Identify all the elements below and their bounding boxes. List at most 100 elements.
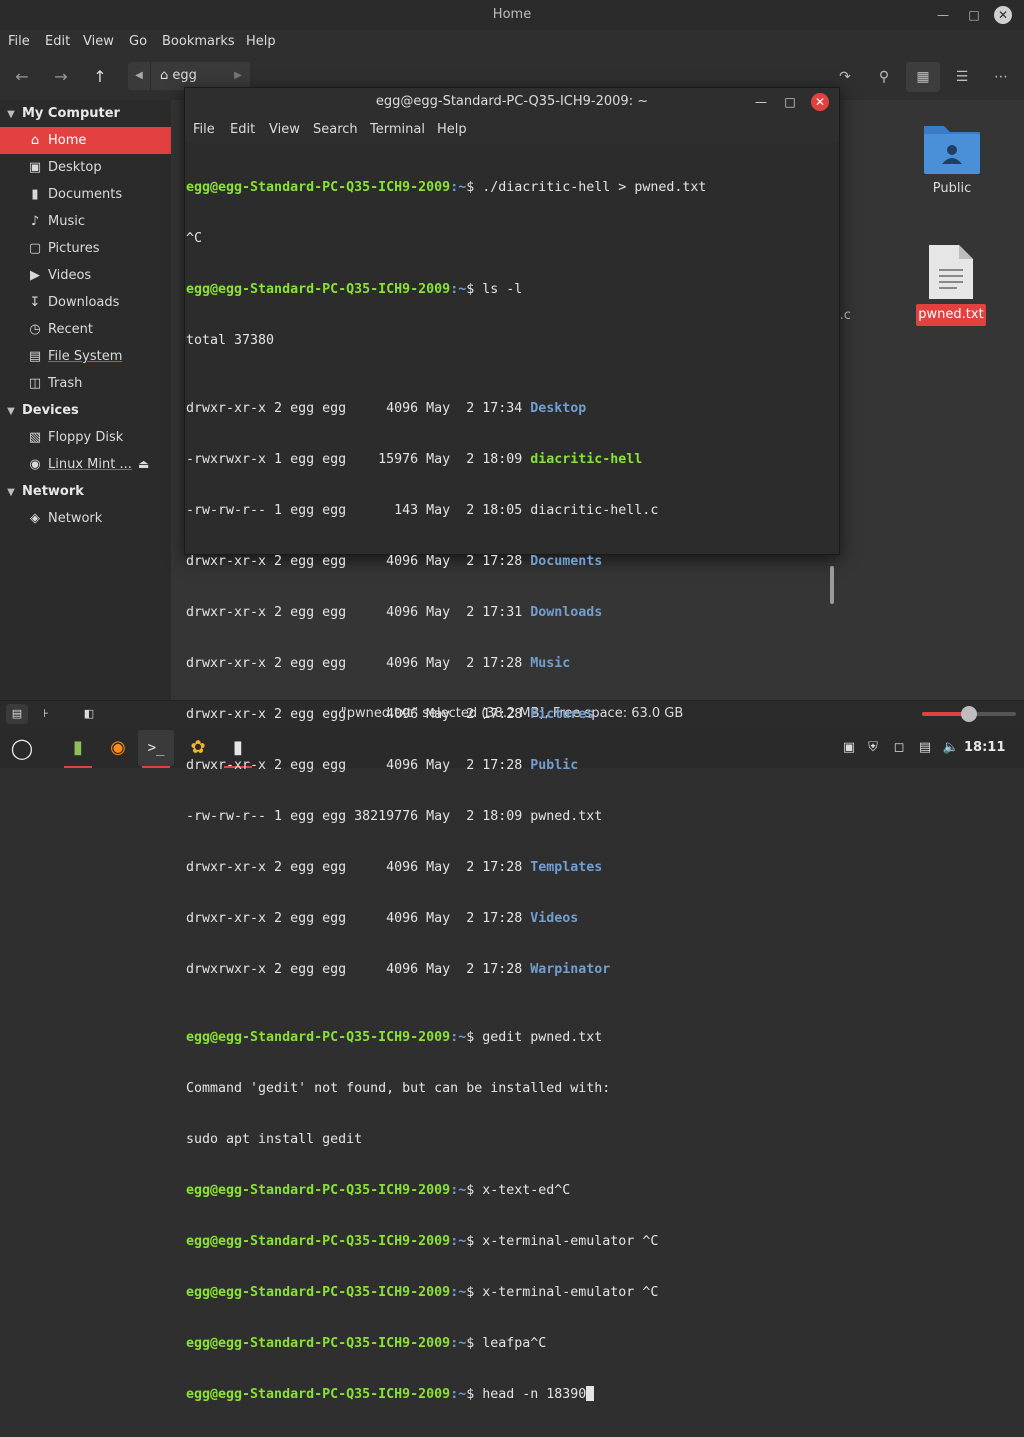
sidebar-header-label: My Computer — [22, 106, 120, 121]
ls-name: Warpinator — [530, 962, 611, 977]
term-menu-search[interactable]: Search — [313, 122, 358, 137]
ls-meta: drwxr-xr-x 2 egg egg 4096 May 2 17:28 — [186, 554, 531, 569]
files-icon[interactable]: ▮ — [60, 730, 96, 768]
sidebar-item-videos[interactable]: ▶ Videos — [0, 262, 171, 289]
sidebar-item-home[interactable]: ⌂ Home — [0, 127, 171, 154]
close-icon[interactable]: ✕ — [994, 6, 1012, 24]
shield-icon[interactable]: ⛨ — [864, 738, 882, 758]
search-icon[interactable]: ⚲ — [867, 62, 901, 92]
ls-meta: -rw-rw-r-- 1 egg egg 38219776 May 2 18:0… — [186, 809, 531, 824]
sidebar-header-devices[interactable]: ▼ Devices — [0, 397, 79, 424]
file-manager-title: Home — [492, 7, 532, 22]
network-icon: ◈ — [30, 511, 40, 526]
command-text: $ leafpa^C — [466, 1336, 547, 1351]
prompt-user: egg@egg-Standard-PC-Q35-ICH9-2009 — [186, 1183, 451, 1198]
sidebar-item-music[interactable]: ♪ Music — [0, 208, 171, 235]
terminal-window[interactable]: egg@egg-Standard-PC-Q35-ICH9-2009: ~ — □… — [184, 87, 840, 1402]
ls-meta: -rwxrwxr-x 1 egg egg 15976 May 2 18:09 — [186, 452, 531, 467]
ls-name: diacritic-hell — [530, 452, 643, 467]
terminal-title: egg@egg-Standard-PC-Q35-ICH9-2009: ~ — [375, 94, 649, 109]
command-text: $ x-terminal-emulator ^C — [466, 1285, 659, 1300]
sidebar-item-file-system[interactable]: ▤ File System — [0, 343, 171, 370]
terminal-maximize-icon[interactable]: □ — [781, 93, 799, 111]
term-menu-help[interactable]: Help — [437, 122, 467, 137]
menu-file[interactable]: File — [8, 34, 30, 49]
compact-view-icon[interactable]: ⋯ — [984, 62, 1018, 92]
menu-help[interactable]: Help — [246, 34, 276, 49]
network-tray-icon[interactable]: ▤ — [916, 738, 934, 758]
ls-name: Public — [530, 758, 579, 773]
terminal-minimize-icon[interactable]: — — [752, 93, 770, 111]
notifications-icon[interactable]: ◻ — [890, 738, 908, 758]
term-menu-edit[interactable]: Edit — [230, 122, 255, 137]
downloads-icon: ↧ — [29, 295, 41, 310]
ls-name: pwned.txt — [530, 809, 603, 824]
terminal-line: ^C — [186, 231, 203, 246]
terminal-output[interactable]: egg@egg-Standard-PC-Q35-ICH9-2009:~$ ./d… — [185, 142, 839, 1402]
menu-go[interactable]: Go — [129, 34, 147, 49]
public-folder[interactable] — [922, 118, 982, 180]
terminal-line: egg@egg-Standard-PC-Q35-ICH9-2009:~$ x-t… — [186, 1182, 706, 1199]
terminal-icon[interactable]: >_ — [138, 730, 174, 768]
clock[interactable]: 18:11 — [964, 728, 1005, 768]
eject-icon[interactable]: ⏏ — [138, 451, 149, 478]
path-label: egg — [172, 68, 197, 83]
prompt-path: :~ — [450, 1387, 467, 1402]
text-file-icon — [929, 245, 973, 299]
term-menu-terminal[interactable]: Terminal — [370, 122, 425, 137]
ls-name: Pictures — [530, 707, 595, 722]
sidebar-item-downloads[interactable]: ↧ Downloads — [0, 289, 171, 316]
prompt-path: :~ — [450, 180, 467, 195]
sidebar-header-my-computer[interactable]: ▼ My Computer — [0, 100, 120, 127]
sidebar-item-recent[interactable]: ◷ Recent — [0, 316, 171, 343]
menu-edit[interactable]: Edit — [45, 34, 70, 49]
icon-view-icon[interactable]: ▦ — [906, 62, 940, 92]
volume-icon[interactable]: 🔈 — [942, 738, 960, 758]
command-text: $ ls -l — [466, 282, 523, 297]
sidebar-item-label: Linux Mint ... — [48, 457, 132, 472]
sidebar-item-trash[interactable]: ◫ Trash — [0, 370, 171, 397]
terminal-line: egg@egg-Standard-PC-Q35-ICH9-2009:~$ hea… — [186, 1386, 706, 1403]
pwned-file[interactable] — [927, 243, 975, 305]
prompt-path: :~ — [450, 1285, 467, 1300]
sidebar-item-linux-mint[interactable]: ◉ Linux Mint ... ⏏ — [0, 451, 171, 478]
sidebar-header-network[interactable]: ▼ Network — [0, 478, 84, 505]
zoom-slider-handle[interactable] — [961, 706, 977, 722]
menu-view[interactable]: View — [83, 34, 114, 49]
term-menu-view[interactable]: View — [269, 122, 300, 137]
maximize-icon[interactable]: □ — [965, 6, 983, 24]
command-text: $ ./diacritic-hell > pwned.txt — [466, 180, 707, 195]
clipboard-icon[interactable]: ▣ — [840, 738, 858, 758]
term-menu-file[interactable]: File — [193, 122, 215, 137]
path-home-button[interactable]: ⌂ egg — [160, 62, 197, 90]
path-right-arrow-icon[interactable]: ▶ — [226, 62, 250, 90]
ls-line: drwxr-xr-x 2 egg egg 4096 May 2 17:28 Vi… — [186, 910, 706, 927]
ls-line: drwxr-xr-x 2 egg egg 4096 May 2 17:28 Mu… — [186, 655, 706, 672]
menu-icon[interactable]: ◯ — [4, 730, 40, 766]
ls-meta: -rw-rw-r-- 1 egg egg 143 May 2 18:05 — [186, 503, 531, 518]
ls-meta: drwxr-xr-x 2 egg egg 4096 May 2 17:28 — [186, 707, 531, 722]
list-view-icon[interactable]: ☰ — [945, 62, 979, 92]
firefox-icon[interactable]: ◉ — [100, 730, 136, 766]
back-icon[interactable]: ← — [11, 66, 33, 88]
pwned-label: pwned.txt — [916, 304, 986, 326]
path-left-arrow-icon[interactable]: ◀ — [128, 62, 151, 90]
sidebar-item-label: File System — [48, 349, 123, 364]
up-icon[interactable]: ↑ — [89, 66, 111, 88]
sidebar-item-label: Music — [48, 214, 85, 229]
collapse-icon: ▼ — [7, 406, 15, 417]
sidebar-item-network[interactable]: ◈ Network — [0, 505, 171, 532]
terminal-scrollbar[interactable] — [830, 566, 834, 604]
sidebar-item-documents[interactable]: ▮ Documents — [0, 181, 171, 208]
minimize-icon[interactable]: — — [934, 6, 952, 24]
prompt-path: :~ — [450, 1234, 467, 1249]
forward-icon[interactable]: → — [50, 66, 72, 88]
sidebar-item-floppy[interactable]: ▧ Floppy Disk — [0, 424, 171, 451]
menu-bookmarks[interactable]: Bookmarks — [162, 34, 235, 49]
sidebar-item-pictures[interactable]: ▢ Pictures — [0, 235, 171, 262]
ls-name: Templates — [530, 860, 603, 875]
sidebar-item-desktop[interactable]: ▣ Desktop — [0, 154, 171, 181]
ls-line: -rw-rw-r-- 1 egg egg 38219776 May 2 18:0… — [186, 808, 706, 825]
ls-line: drwxrwxr-x 2 egg egg 4096 May 2 17:28 Wa… — [186, 961, 706, 978]
terminal-close-icon[interactable]: ✕ — [811, 93, 829, 111]
